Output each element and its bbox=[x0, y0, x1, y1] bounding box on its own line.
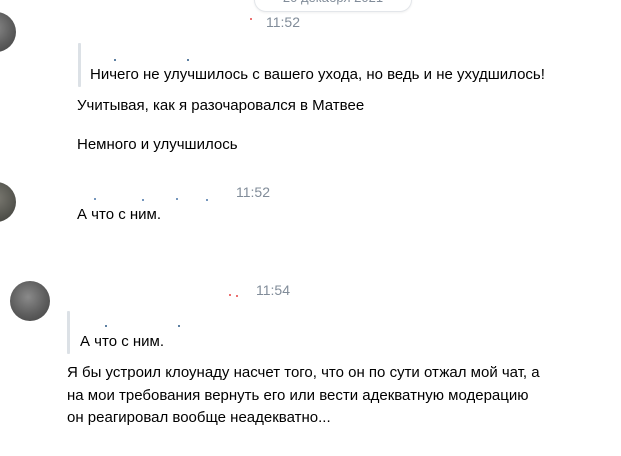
message-line: Я бы устроил клоунаду насчет того, что о… bbox=[67, 364, 540, 381]
message-text: А что с ним. bbox=[77, 206, 162, 223]
quote-bar bbox=[67, 311, 70, 354]
message-text: Я бы устроил клоунаду насчет того, что о… bbox=[67, 362, 540, 430]
message-text: Немного и улучшилось bbox=[77, 136, 238, 153]
quoted-message-text: Ничего не улучшилось с вашего ухода, но … bbox=[90, 66, 545, 83]
sender-name[interactable] bbox=[248, 16, 256, 22]
sender-name[interactable] bbox=[226, 292, 242, 298]
message-time[interactable]: 11:52 bbox=[266, 14, 300, 30]
date-separator: 20 декабря 2021 bbox=[254, 0, 412, 12]
chat-history: 20 декабря 2021 11:52 Ничего не улучшило… bbox=[0, 0, 621, 456]
message-time[interactable]: 11:54 bbox=[256, 282, 290, 298]
message-line: на мои требования вернуть его или вести … bbox=[67, 386, 529, 404]
quote-bar bbox=[78, 43, 81, 87]
avatar[interactable] bbox=[10, 281, 50, 321]
message-time[interactable]: 11:52 bbox=[236, 184, 270, 200]
message-line: он реагировал вообще неадекватно... bbox=[67, 409, 331, 426]
sender-name[interactable] bbox=[90, 196, 220, 202]
avatar[interactable] bbox=[0, 12, 16, 52]
avatar[interactable] bbox=[0, 182, 16, 222]
message-text: Учитывая, как я разочаровался в Матвее bbox=[77, 97, 365, 114]
quote-author[interactable] bbox=[92, 56, 202, 62]
quoted-message-text: А что с ним. bbox=[80, 333, 165, 350]
quote-author[interactable] bbox=[80, 322, 190, 328]
